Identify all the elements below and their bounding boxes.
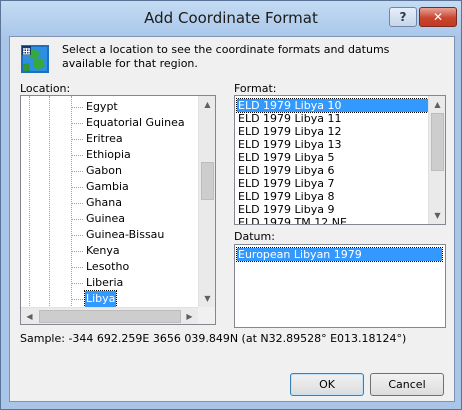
- triangle-up-icon[interactable]: ▲: [199, 96, 215, 113]
- format-item[interactable]: ELD 1979 Libya 13: [237, 138, 341, 151]
- triangle-down-icon[interactable]: ▼: [199, 290, 215, 307]
- format-label: Format:: [234, 82, 277, 95]
- sample-text: Sample: -344 692.259E 3656 039.849N (at …: [20, 332, 407, 345]
- help-button[interactable]: ?: [389, 7, 417, 27]
- format-item[interactable]: ELD 1979 Libya 9: [237, 203, 334, 216]
- format-item[interactable]: ELD 1979 Libya 11: [237, 112, 341, 125]
- tree-guide-line: [49, 96, 50, 308]
- title-bar[interactable]: Add Coordinate Format ? ✕: [1, 1, 461, 37]
- location-vscroll-thumb[interactable]: [201, 162, 214, 200]
- tree-guide-line: [29, 96, 30, 308]
- scroll-corner: [198, 307, 215, 324]
- cancel-button[interactable]: Cancel: [370, 373, 444, 396]
- dialog-window: Add Coordinate Format ? ✕ Select a locat…: [0, 0, 462, 410]
- format-vscroll-thumb[interactable]: [431, 113, 444, 171]
- format-item-selected[interactable]: ELD 1979 Libya 10: [236, 98, 429, 113]
- triangle-right-icon[interactable]: ▶: [181, 308, 198, 324]
- globe-grid-icon: [21, 45, 49, 73]
- datum-item-selected[interactable]: European Libyan 1979: [236, 247, 443, 262]
- format-vertical-scrollbar[interactable]: ▲ ▼: [428, 96, 445, 224]
- dialog-client: Select a location to see the coordinate …: [9, 36, 455, 402]
- location-horizontal-scrollbar[interactable]: ◀ ▶: [21, 307, 198, 324]
- format-item[interactable]: ELD 1979 Libya 6: [237, 164, 334, 177]
- triangle-down-icon[interactable]: ▼: [429, 207, 445, 224]
- triangle-up-icon[interactable]: ▲: [429, 96, 445, 113]
- format-list[interactable]: ELD 1979 Libya 10 ELD 1979 Libya 11 ELD …: [234, 95, 446, 225]
- close-button[interactable]: ✕: [419, 7, 457, 27]
- format-item[interactable]: ELD 1979 Libya 8: [237, 190, 334, 203]
- ok-button[interactable]: OK: [290, 373, 364, 396]
- datum-label: Datum:: [234, 230, 275, 243]
- tree-guide-line: [71, 96, 72, 308]
- location-tree[interactable]: Egypt Equatorial Guinea Eritrea Ethiopia…: [20, 95, 216, 325]
- triangle-left-icon[interactable]: ◀: [21, 308, 38, 324]
- format-item[interactable]: ELD 1979 TM 12 NE: [237, 216, 347, 224]
- intro-text: Select a location to see the coordinate …: [62, 43, 390, 70]
- location-label: Location:: [20, 82, 71, 95]
- format-item[interactable]: ELD 1979 Libya 7: [237, 177, 334, 190]
- datum-list[interactable]: European Libyan 1979: [234, 244, 446, 328]
- location-hscroll-thumb[interactable]: [39, 310, 181, 323]
- format-item[interactable]: ELD 1979 Libya 12: [237, 125, 341, 138]
- location-vertical-scrollbar[interactable]: ▲ ▼: [198, 96, 215, 307]
- format-item[interactable]: ELD 1979 Libya 5: [237, 151, 334, 164]
- location-tree-items: Egypt Equatorial Guinea Eritrea Ethiopia…: [21, 96, 199, 308]
